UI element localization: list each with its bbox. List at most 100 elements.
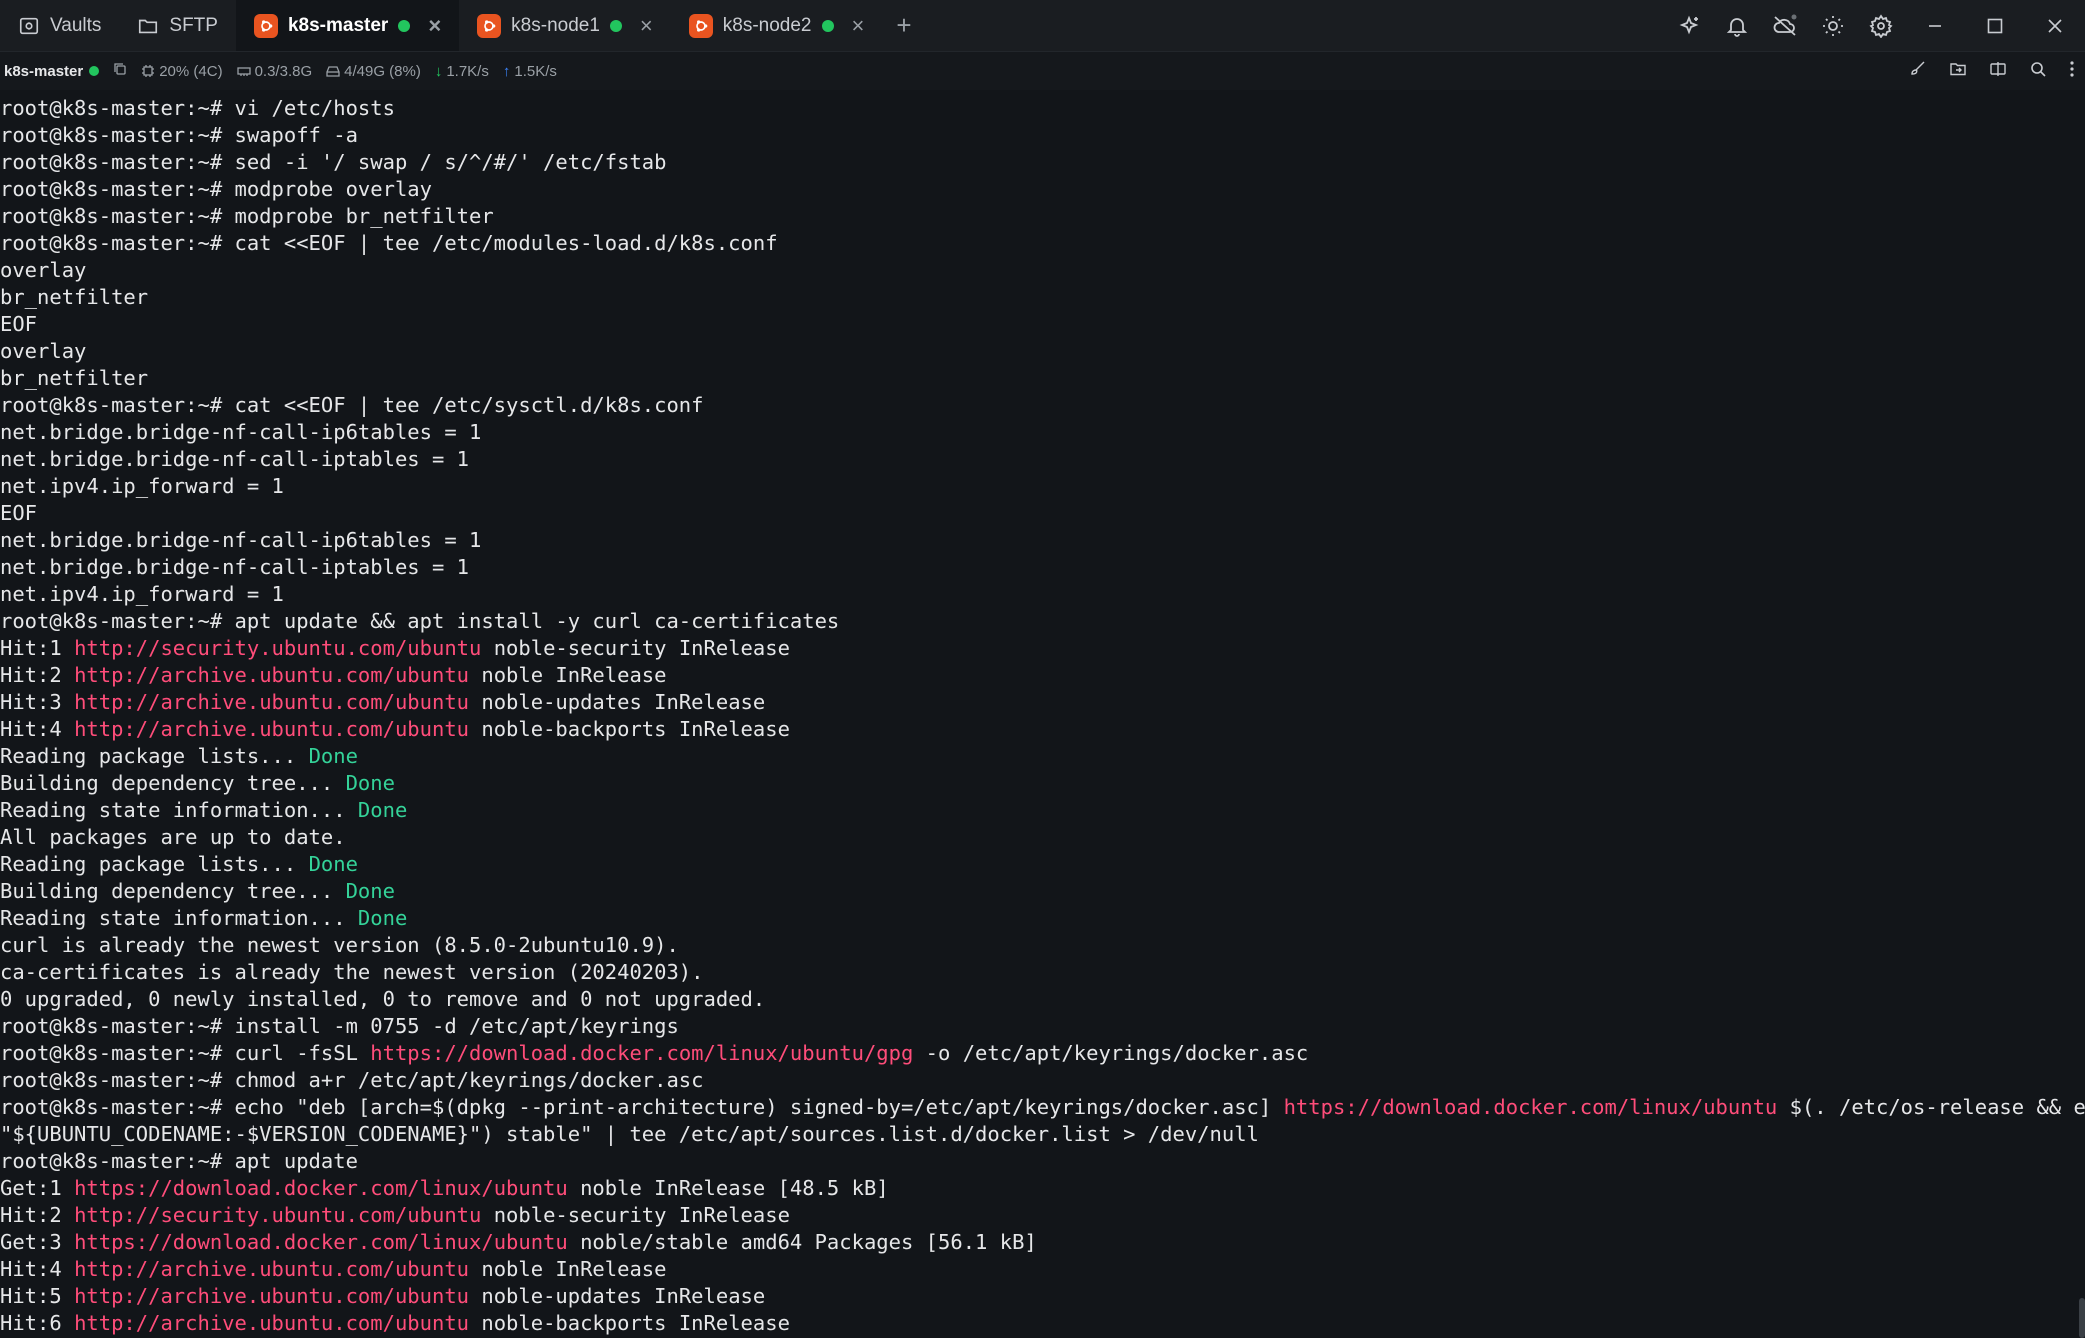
terminal-text: root@k8s-master:~# modprobe br_netfilter xyxy=(0,204,494,228)
terminal-line: net.bridge.bridge-nf-call-iptables = 1 xyxy=(0,446,2085,473)
tab-k8s-node1[interactable]: k8s-node1 × xyxy=(459,0,671,51)
tab-k8s-master[interactable]: k8s-master × xyxy=(235,0,460,51)
url-text[interactable]: https://download.docker.com/linux/ubuntu xyxy=(1284,1095,1778,1119)
cpu-usage: 20% (4C) xyxy=(141,63,223,80)
terminal-text: noble-updates InRelease xyxy=(469,690,766,714)
terminal-text: Hit:5 xyxy=(0,1284,75,1308)
url-text[interactable]: http://archive.ubuntu.com/ubuntu xyxy=(74,663,469,687)
tab-label: k8s-master xyxy=(287,14,389,36)
disk-icon xyxy=(326,66,340,77)
terminal-line: root@k8s-master:~# modprobe br_netfilter xyxy=(0,203,2085,230)
sun-icon[interactable] xyxy=(1809,14,1857,38)
terminal-text: Reading state information... xyxy=(0,798,358,822)
url-text[interactable]: https://download.docker.com/linux/ubuntu xyxy=(74,1176,568,1200)
url-text[interactable]: http://archive.ubuntu.com/ubuntu xyxy=(74,1311,469,1335)
terminal-text: noble-security InRelease xyxy=(481,636,790,660)
arrow-up-icon: ↑ xyxy=(502,62,511,80)
terminal-line: root@k8s-master:~# install -m 0755 -d /e… xyxy=(0,1013,2085,1040)
gear-icon[interactable] xyxy=(1857,13,1905,38)
terminal-line: root@k8s-master:~# curl -fsSL https://do… xyxy=(0,1040,2085,1067)
terminal-text: curl is already the newest version (8.5.… xyxy=(0,933,679,957)
search-icon[interactable] xyxy=(2029,60,2047,82)
terminal-text: noble-backports InRelease xyxy=(469,1311,790,1335)
done-text: Done xyxy=(345,771,395,795)
terminal-line: net.bridge.bridge-nf-call-iptables = 1 xyxy=(0,554,2085,581)
disk-usage: 4/49G (8%) xyxy=(326,63,421,80)
tab-vaults[interactable]: Vaults xyxy=(0,0,119,51)
cloud-off-icon[interactable] xyxy=(1761,14,1809,38)
folder-transfer-icon[interactable] xyxy=(1949,60,1967,82)
terminal-text: noble InRelease [48.5 kB] xyxy=(567,1176,889,1200)
terminal-text: root@k8s-master:~# modprobe overlay xyxy=(0,177,432,201)
url-text[interactable]: http://archive.ubuntu.com/ubuntu xyxy=(74,690,469,714)
terminal-text: Hit:3 xyxy=(0,690,75,714)
minimize-button[interactable] xyxy=(1905,17,1965,35)
arrow-down-icon: ↓ xyxy=(434,62,443,80)
terminal-text: 0 upgraded, 0 newly installed, 0 to remo… xyxy=(0,987,766,1011)
connected-status-dot xyxy=(821,19,834,32)
terminal-line: root@k8s-master:~# apt update xyxy=(0,1148,2085,1175)
close-icon[interactable]: × xyxy=(428,13,441,39)
copy-icon[interactable] xyxy=(113,62,127,80)
url-text[interactable]: http://archive.ubuntu.com/ubuntu xyxy=(74,717,469,741)
terminal-line: All packages are up to date. xyxy=(0,824,2085,851)
ubuntu-icon xyxy=(477,13,502,38)
add-tab-button[interactable]: + xyxy=(882,0,925,51)
terminal-line: Reading package lists... Done xyxy=(0,851,2085,878)
terminal-text: root@k8s-master:~# swapoff -a xyxy=(0,123,358,147)
split-view-icon[interactable] xyxy=(1989,60,2007,82)
scrollbar-thumb[interactable] xyxy=(2079,1298,2085,1338)
terminal-text: noble-backports InRelease xyxy=(469,717,790,741)
maximize-button[interactable] xyxy=(1965,17,2025,35)
url-text[interactable]: http://archive.ubuntu.com/ubuntu xyxy=(74,1257,469,1281)
terminal-output[interactable]: root@k8s-master:~# vi /etc/hosts root@k8s… xyxy=(0,95,2085,1337)
download-value: 1.7K/s xyxy=(446,62,489,80)
terminal-text: root@k8s-master:~# chmod a+r /etc/apt/ke… xyxy=(0,1068,704,1092)
url-text[interactable]: http://archive.ubuntu.com/ubuntu xyxy=(74,1284,469,1308)
terminal-line: Building dependency tree... Done xyxy=(0,878,2085,905)
url-text[interactable]: http://security.ubuntu.com/ubuntu xyxy=(74,1203,481,1227)
terminal-text: root@k8s-master:~# sed -i '/ swap / s/^/… xyxy=(0,150,667,174)
tab-label: Vaults xyxy=(50,14,102,36)
terminal-line: Hit:3 http://archive.ubuntu.com/ubuntu n… xyxy=(0,689,2085,716)
terminal-text: root@k8s-master:~# cat <<EOF | tee /etc/… xyxy=(0,393,704,417)
ubuntu-icon xyxy=(688,13,713,38)
url-text[interactable]: https://download.docker.com/linux/ubuntu… xyxy=(370,1041,913,1065)
bell-icon[interactable] xyxy=(1713,14,1761,38)
tab-label: k8s-node2 xyxy=(722,14,812,36)
close-window-button[interactable] xyxy=(2025,17,2085,35)
terminal-line: Building dependency tree... Done xyxy=(0,770,2085,797)
terminal-text: Get:1 xyxy=(0,1176,75,1200)
terminal-line: net.ipv4.ip_forward = 1 xyxy=(0,473,2085,500)
terminal-line: ca-certificates is already the newest ve… xyxy=(0,959,2085,986)
sparkles-icon[interactable] xyxy=(1665,14,1713,38)
host-name: k8s-master xyxy=(4,62,84,80)
more-options-icon[interactable] xyxy=(2069,60,2075,82)
close-icon[interactable]: × xyxy=(640,13,653,39)
close-icon[interactable]: × xyxy=(852,13,865,39)
terminal-text: br_netfilter xyxy=(0,366,149,390)
terminal-text: -o /etc/apt/keyrings/docker.asc xyxy=(913,1041,1309,1065)
terminal-text: net.ipv4.ip_forward = 1 xyxy=(0,582,284,606)
done-text: Done xyxy=(345,879,395,903)
terminal-text: Hit:6 xyxy=(0,1311,75,1335)
terminal-line: root@k8s-master:~# chmod a+r /etc/apt/ke… xyxy=(0,1067,2085,1094)
tab-sftp[interactable]: SFTP xyxy=(119,0,236,51)
memory-icon xyxy=(236,67,251,76)
terminal-text: overlay xyxy=(0,258,87,282)
terminal-text: Hit:2 xyxy=(0,1203,75,1227)
tab-k8s-node2[interactable]: k8s-node2 × xyxy=(671,0,883,51)
terminal-line: "${UBUNTU_CODENAME:-$VERSION_CODENAME}")… xyxy=(0,1121,2085,1148)
brush-icon[interactable] xyxy=(1909,60,1927,82)
url-text[interactable]: http://security.ubuntu.com/ubuntu xyxy=(74,636,481,660)
terminal-text: Building dependency tree... xyxy=(0,879,346,903)
terminal-text: $(. /etc/os-release && echo xyxy=(1789,1095,2085,1119)
terminal-text: All packages are up to date. xyxy=(0,825,346,849)
terminal-line: Hit:4 http://archive.ubuntu.com/ubuntu n… xyxy=(0,716,2085,743)
done-text: Done xyxy=(357,906,408,930)
terminal-line: Reading state information... Done xyxy=(0,905,2085,932)
terminal-text: noble-updates InRelease xyxy=(469,1284,766,1308)
url-text[interactable]: https://download.docker.com/linux/ubuntu xyxy=(74,1230,568,1254)
tab-label: k8s-node1 xyxy=(511,14,600,36)
terminal-text: net.bridge.bridge-nf-call-iptables = 1 xyxy=(0,447,469,471)
